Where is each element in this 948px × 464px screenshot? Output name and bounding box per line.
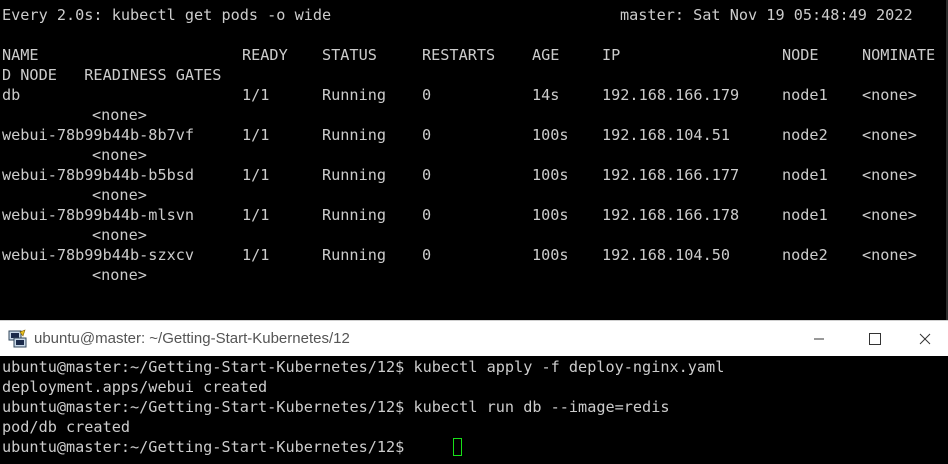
pod-ready: 1/1 [242, 86, 270, 104]
pod-readiness-gates: <none> [92, 146, 147, 164]
shell-terminal-pane[interactable]: ubuntu@master:~/Getting-Start-Kubernetes… [0, 356, 948, 464]
pod-ip: 192.168.166.177 [602, 166, 740, 184]
table-row: webui-78b99b44b-b5bsd 1/1 Running 0 100s 192.… [0, 165, 946, 185]
pod-node: node2 [782, 246, 828, 264]
pod-ready: 1/1 [242, 166, 270, 184]
pod-readiness-gates: <none> [92, 266, 147, 284]
pod-nominated-node: <none> [862, 86, 917, 104]
pod-node: node1 [782, 86, 828, 104]
terminal-line: ubuntu@master:~/Getting-Start-Kubernetes… [2, 398, 670, 416]
watch-header-timestamp: master: Sat Nov 19 05:48:49 2022 [620, 6, 913, 24]
table-header-row: NAME READY STATUS RESTARTS AGE IP NODE N… [0, 45, 946, 65]
pod-nominated-node: <none> [862, 246, 917, 264]
pod-readiness-gates: <none> [92, 186, 147, 204]
pod-nominated-node: <none> [862, 166, 917, 184]
pod-restarts: 0 [422, 86, 432, 104]
pod-ip: 192.168.104.51 [602, 126, 731, 144]
column-header-nominated: NOMINATE [862, 46, 936, 64]
pod-readiness-gates: <none> [92, 226, 147, 244]
maximize-icon [869, 333, 881, 345]
table-header-wrap: D NODE READINESS GATES [2, 66, 222, 84]
close-button[interactable] [902, 321, 948, 357]
table-row: db 1/1 Running 0 14s 192.168.166.179 node1 <non… [0, 85, 946, 105]
pod-status: Running [322, 86, 387, 104]
maximize-button[interactable] [852, 321, 898, 357]
column-header-ready: READY [242, 46, 288, 64]
pod-name: webui-78b99b44b-b5bsd [2, 166, 195, 184]
pod-name: db [2, 86, 21, 104]
pod-age: 100s [532, 126, 569, 144]
terminal-prompt-line: ubuntu@master:~/Getting-Start-Kubernetes… [2, 438, 414, 456]
pod-age: 100s [532, 166, 569, 184]
window-title: ubuntu@master: ~/Getting-Start-Kubernete… [34, 330, 350, 347]
terminal-cursor[interactable] [453, 438, 462, 456]
pod-age: 14s [532, 86, 560, 104]
watch-terminal-pane[interactable]: Every 2.0s: kubectl get pods -o wide mas… [0, 0, 948, 320]
pod-status: Running [322, 166, 387, 184]
table-row: webui-78b99b44b-8b7vf 1/1 Running 0 100s 192.… [0, 125, 946, 145]
pod-ip: 192.168.104.50 [602, 246, 731, 264]
table-row: webui-78b99b44b-mlsvn 1/1 Running 0 100s 192.… [0, 205, 946, 225]
pod-name: webui-78b99b44b-szxcv [2, 246, 195, 264]
minimize-icon [814, 338, 824, 340]
close-icon [919, 333, 931, 345]
pod-ready: 1/1 [242, 246, 270, 264]
pod-node: node1 [782, 166, 828, 184]
pod-readiness-gates: <none> [92, 106, 147, 124]
putty-icon [8, 329, 27, 348]
pod-restarts: 0 [422, 166, 432, 184]
minimize-button[interactable] [796, 321, 842, 357]
column-header-node: NODE [782, 46, 819, 64]
column-header-age: AGE [532, 46, 560, 64]
pod-ready: 1/1 [242, 206, 270, 224]
column-header-status: STATUS [322, 46, 377, 64]
pod-ip: 192.168.166.179 [602, 86, 740, 104]
pod-status: Running [322, 126, 387, 144]
table-row: webui-78b99b44b-szxcv 1/1 Running 0 100s 192.… [0, 245, 946, 265]
pod-age: 100s [532, 246, 569, 264]
pod-status: Running [322, 246, 387, 264]
pod-name: webui-78b99b44b-8b7vf [2, 126, 195, 144]
window-titlebar[interactable]: ubuntu@master: ~/Getting-Start-Kubernete… [0, 320, 948, 356]
terminal-line: deployment.apps/webui created [2, 378, 268, 396]
pod-restarts: 0 [422, 126, 432, 144]
pod-restarts: 0 [422, 206, 432, 224]
pod-node: node1 [782, 206, 828, 224]
pod-age: 100s [532, 206, 569, 224]
pod-restarts: 0 [422, 246, 432, 264]
pod-ip: 192.168.166.178 [602, 206, 740, 224]
terminal-line: pod/db created [2, 418, 131, 436]
column-header-restarts: RESTARTS [422, 46, 496, 64]
pod-node: node2 [782, 126, 828, 144]
column-header-name: NAME [2, 46, 39, 64]
pod-name: webui-78b99b44b-mlsvn [2, 206, 195, 224]
pod-ready: 1/1 [242, 126, 270, 144]
pod-nominated-node: <none> [862, 126, 917, 144]
column-header-ip: IP [602, 46, 621, 64]
pod-nominated-node: <none> [862, 206, 917, 224]
terminal-line: ubuntu@master:~/Getting-Start-Kubernetes… [2, 358, 725, 376]
pod-status: Running [322, 206, 387, 224]
watch-header-command: Every 2.0s: kubectl get pods -o wide [2, 6, 332, 24]
